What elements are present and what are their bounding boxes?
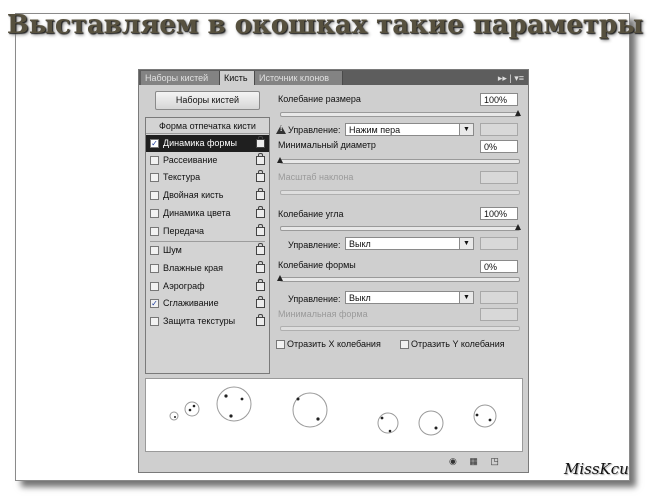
- list-item-shape-dynamics[interactable]: ✓ Динамика формы: [146, 135, 269, 152]
- checkbox[interactable]: [150, 173, 159, 182]
- lock-icon[interactable]: [256, 206, 265, 218]
- lock-icon[interactable]: [256, 296, 265, 308]
- roundness-jitter-thumb[interactable]: [277, 275, 283, 281]
- flip-x-label: Отразить X колебания: [287, 339, 381, 349]
- brush-panel: Наборы кистей Кисть Источник клонов ▸▸ |…: [138, 69, 529, 473]
- author-signature: MissKcu: [564, 460, 629, 478]
- list-item-wet-edges[interactable]: Влажные края: [146, 260, 269, 277]
- panel-menu-icon[interactable]: ▸▸ | ▾≡: [498, 71, 524, 85]
- angle-jitter-slider[interactable]: [280, 226, 520, 231]
- lock-icon[interactable]: [256, 224, 265, 236]
- tab-clone-source[interactable]: Источник клонов: [255, 71, 343, 85]
- checkbox[interactable]: [150, 264, 159, 273]
- control-label-3: Управление:: [288, 294, 341, 304]
- control-select-2[interactable]: Выкл ▼: [345, 237, 474, 250]
- roundness-jitter-input[interactable]: 0%: [480, 260, 518, 273]
- lock-icon[interactable]: [256, 136, 265, 148]
- control-select-3-value: Выкл: [349, 293, 371, 303]
- size-jitter-thumb[interactable]: [515, 110, 521, 116]
- chevron-down-icon: ▼: [459, 292, 473, 303]
- control-label-2: Управление:: [288, 240, 341, 250]
- checkbox[interactable]: [150, 156, 159, 165]
- list-item-scattering[interactable]: Рассеивание: [146, 152, 269, 169]
- panel-bottom-toolbar: ◉ ▦ ◳: [439, 456, 499, 467]
- control-select-3[interactable]: Выкл ▼: [345, 291, 474, 304]
- brush-settings-list: Форма отпечатка кисти ✓ Динамика формы Р…: [145, 117, 270, 374]
- angle-jitter-label: Колебание угла: [278, 209, 344, 219]
- page-heading: Выставляем в окошках такие параметры: [6, 10, 644, 40]
- checkbox-checked[interactable]: ✓: [150, 299, 159, 308]
- tab-brush-presets[interactable]: Наборы кистей: [141, 71, 220, 85]
- flip-x-checkbox[interactable]: [276, 340, 285, 349]
- list-item-dual-brush[interactable]: Двойная кисть: [146, 187, 269, 204]
- flip-y-label: Отразить Y колебания: [411, 339, 505, 349]
- min-roundness-label: Минимальная форма: [278, 309, 368, 319]
- list-item-transfer[interactable]: Передача: [146, 223, 269, 240]
- tilt-scale-slider: [280, 190, 520, 195]
- checkbox[interactable]: [150, 317, 159, 326]
- brush-tip-shape-header[interactable]: Форма отпечатка кисти: [146, 119, 269, 134]
- tab-bar: Наборы кистей Кисть Источник клонов ▸▸ |…: [139, 70, 528, 85]
- control-select-1[interactable]: Нажим пера ▼: [345, 123, 474, 136]
- chevron-down-icon: ▼: [459, 238, 473, 249]
- checkbox[interactable]: [150, 227, 159, 236]
- eye-icon[interactable]: ◉: [449, 456, 457, 467]
- roundness-jitter-slider[interactable]: [280, 277, 520, 282]
- list-item-texture[interactable]: Текстура: [146, 169, 269, 186]
- lock-icon[interactable]: [256, 243, 265, 255]
- control-2-disabled-field: [480, 237, 518, 250]
- min-diameter-input[interactable]: 0%: [480, 140, 518, 153]
- min-roundness-input: [480, 308, 518, 321]
- brush-stroke-preview: [145, 378, 523, 452]
- lock-icon[interactable]: [256, 170, 265, 182]
- size-jitter-input[interactable]: 100%: [480, 93, 518, 106]
- checkbox[interactable]: [150, 282, 159, 291]
- checkbox[interactable]: [150, 191, 159, 200]
- roundness-jitter-label: Колебание формы: [278, 260, 356, 270]
- list-item-airbrush[interactable]: Аэрограф: [146, 278, 269, 295]
- tilt-scale-label: Масштаб наклона: [278, 172, 354, 182]
- control-1-disabled-field: [480, 123, 518, 136]
- min-diameter-thumb[interactable]: [277, 157, 283, 163]
- size-jitter-label: Колебание размера: [278, 94, 361, 104]
- lock-icon[interactable]: [256, 279, 265, 291]
- list-item-protect-texture[interactable]: Защита текстуры: [146, 313, 269, 330]
- list-item-smoothing[interactable]: ✓ Сглаживание: [146, 295, 269, 312]
- list-item-color-dynamics[interactable]: Динамика цвета: [146, 205, 269, 222]
- tilt-scale-input: [480, 171, 518, 184]
- brush-presets-button[interactable]: Наборы кистей: [155, 91, 260, 110]
- control-label-1: Управление:: [288, 125, 341, 135]
- flip-y-checkbox[interactable]: [400, 340, 409, 349]
- tab-brush[interactable]: Кисть: [220, 71, 255, 85]
- list-item-noise[interactable]: Шум: [146, 242, 269, 259]
- chevron-down-icon: ▼: [459, 124, 473, 135]
- min-diameter-slider[interactable]: [280, 159, 520, 164]
- lock-icon[interactable]: [256, 314, 265, 326]
- brush-preview-graphic: [169, 386, 497, 436]
- angle-jitter-thumb[interactable]: [515, 224, 521, 230]
- warning-icon: [276, 125, 286, 134]
- grid-icon[interactable]: ▦: [469, 456, 478, 467]
- control-3-disabled-field: [480, 291, 518, 304]
- checkbox-checked[interactable]: ✓: [150, 139, 159, 148]
- size-jitter-slider[interactable]: [280, 112, 520, 117]
- lock-icon[interactable]: [256, 188, 265, 200]
- control-select-2-value: Выкл: [349, 239, 371, 249]
- checkbox[interactable]: [150, 246, 159, 255]
- lock-icon[interactable]: [256, 261, 265, 273]
- angle-jitter-input[interactable]: 100%: [480, 207, 518, 220]
- checkbox[interactable]: [150, 209, 159, 218]
- min-diameter-label: Минимальный диаметр: [278, 140, 376, 150]
- min-roundness-slider: [280, 326, 520, 331]
- control-select-1-value: Нажим пера: [349, 125, 401, 135]
- lock-icon[interactable]: [256, 153, 265, 165]
- new-preset-icon[interactable]: ◳: [490, 456, 499, 467]
